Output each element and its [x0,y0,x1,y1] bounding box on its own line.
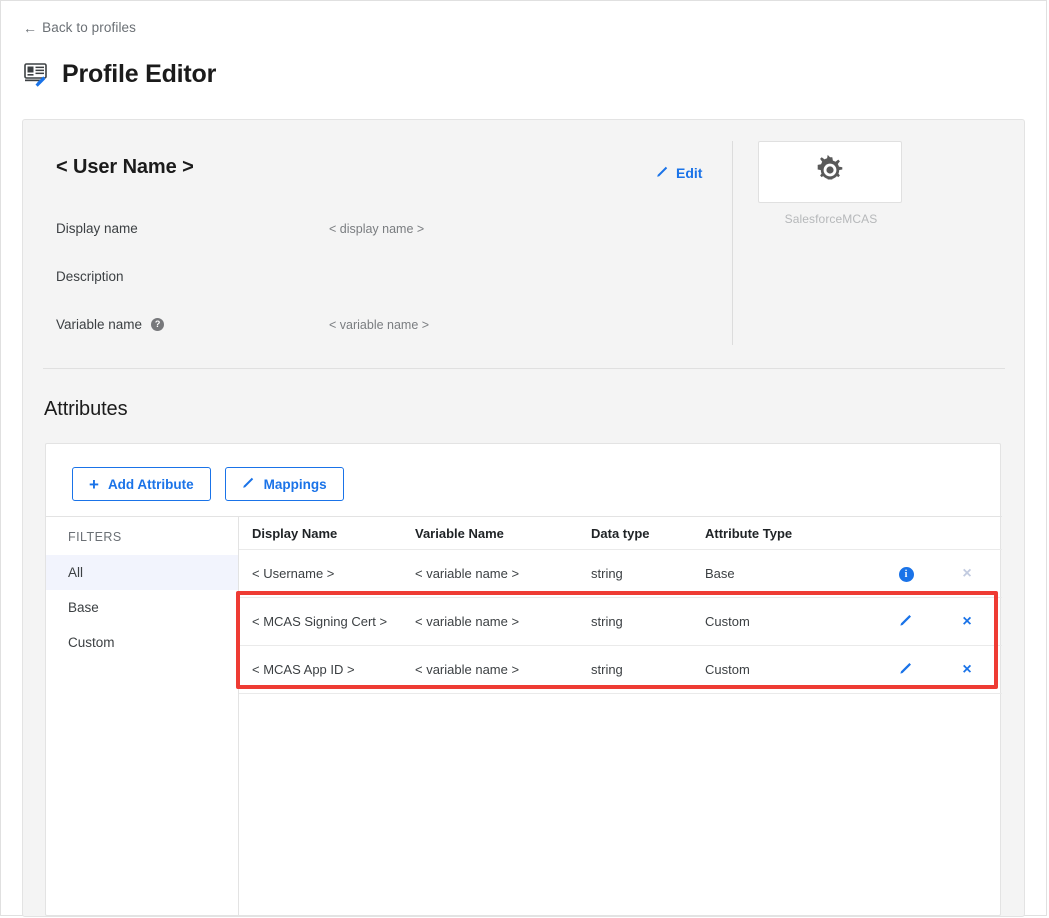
page-title-row: Profile Editor [22,59,216,89]
cell-variable-name: < variable name > [415,662,591,677]
field-variable-name: Variable name ? [56,317,164,332]
cell-attribute-type: Custom [705,662,875,677]
attributes-panel: + Add Attribute Mappings FILTERS All Bas… [45,443,1001,916]
edit-profile-label: Edit [676,165,702,181]
field-description-label: Description [56,269,124,284]
content-card: < User Name > Edit Display name < displa… [22,119,1025,917]
column-header-data-type: Data type [591,526,705,541]
filters-heading: FILTERS [46,517,238,555]
help-icon[interactable]: ? [151,318,164,331]
table-row[interactable]: < Username > < variable name > string Ba… [239,550,1002,598]
arrow-left-icon: ← [23,21,37,35]
add-attribute-button[interactable]: + Add Attribute [72,467,211,501]
table-row[interactable]: < MCAS Signing Cert > < variable name > … [239,598,1002,646]
info-icon[interactable]: i [899,567,914,582]
filter-item-all[interactable]: All [46,555,238,590]
back-to-profiles-label: Back to profiles [42,20,136,35]
cell-display-name: < MCAS App ID > [239,662,415,677]
page-title: Profile Editor [62,62,216,87]
plus-icon: + [89,476,99,493]
cell-data-type: string [591,662,705,677]
edit-profile-button[interactable]: Edit [656,165,702,181]
section-divider [43,368,1005,369]
gear-icon [811,151,849,194]
attributes-table: Display Name Variable Name Data type Att… [239,516,1002,916]
app-tile-label: SalesforceMCAS [758,212,904,226]
filter-item-base[interactable]: Base [46,590,238,625]
cell-data-type: string [591,614,705,629]
cell-display-name: < MCAS Signing Cert > [239,614,415,629]
cell-variable-name: < variable name > [415,566,591,581]
column-header-attribute-type: Attribute Type [705,526,875,541]
profile-summary: < User Name > Edit Display name < displa… [23,120,1024,363]
edit-pencil-icon[interactable] [899,661,913,677]
add-attribute-label: Add Attribute [108,477,194,492]
column-header-variable-name: Variable Name [415,526,591,541]
close-icon[interactable]: × [962,614,971,630]
app-tile[interactable] [758,141,902,203]
pencil-icon [242,476,255,492]
mappings-label: Mappings [264,477,327,492]
column-header-display-name: Display Name [239,526,415,541]
profile-name: < User Name > [56,156,194,179]
attributes-heading: Attributes [44,398,127,421]
cell-attribute-type: Custom [705,614,875,629]
field-display-name-value: < display name > [329,222,424,236]
app-tile-wrapper: SalesforceMCAS [758,141,904,226]
cell-attribute-type: Base [705,566,875,581]
mappings-button[interactable]: Mappings [225,467,344,501]
close-icon[interactable]: × [962,566,971,582]
cell-display-name: < Username > [239,566,415,581]
field-description: Description [56,269,124,284]
close-icon[interactable]: × [962,662,971,678]
field-display-name-label: Display name [56,221,138,236]
back-to-profiles-link[interactable]: ← Back to profiles [23,20,136,35]
table-header-row: Display Name Variable Name Data type Att… [239,517,1002,550]
edit-pencil-icon[interactable] [899,613,913,629]
field-variable-name-label: Variable name [56,317,142,332]
summary-vertical-divider [732,141,733,345]
attributes-toolbar: + Add Attribute Mappings [72,467,344,501]
cell-data-type: string [591,566,705,581]
table-row[interactable]: < MCAS App ID > < variable name > string… [239,646,1002,694]
field-variable-name-value: < variable name > [329,318,429,332]
pencil-icon [656,165,669,181]
filter-item-custom[interactable]: Custom [46,625,238,660]
cell-variable-name: < variable name > [415,614,591,629]
filters-sidebar: FILTERS All Base Custom [46,516,239,916]
field-display-name: Display name [56,221,138,236]
page-frame: ← Back to profiles Profile Editor < User… [0,0,1047,916]
profile-editor-icon [22,59,52,89]
